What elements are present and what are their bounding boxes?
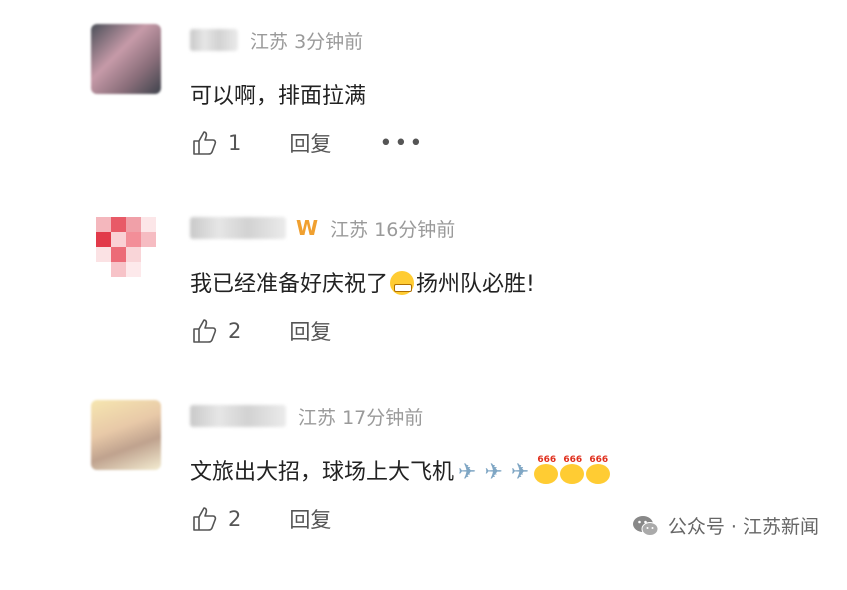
thumbs-up-icon[interactable] — [190, 316, 220, 346]
comment-item: W 江苏 16分钟前 我已经准备好庆祝了 扬州队必胜! 2 回复 — [0, 212, 847, 402]
wechat-icon — [632, 515, 659, 536]
like-count: 1 — [228, 131, 242, 155]
avatar[interactable] — [91, 24, 161, 94]
like-count: 2 — [228, 507, 242, 531]
airplane-emoji: ✈ — [458, 460, 477, 485]
avatar[interactable] — [91, 400, 161, 470]
watermark-text: 公众号 · 江苏新闻 — [667, 516, 819, 538]
reply-button[interactable]: 回复 — [289, 504, 331, 534]
vip-badge-icon: W — [296, 216, 319, 240]
comment-text: 文旅出大招，球场上大飞机 ✈ ✈ ✈ 666 666 666 — [190, 454, 611, 486]
comment-meta: 江苏 3分钟前 — [190, 26, 363, 54]
grin-emoji — [390, 271, 415, 295]
avatar[interactable] — [91, 212, 161, 282]
reply-button[interactable]: 回复 — [289, 128, 331, 158]
watermark: 公众号 · 江苏新闻 — [632, 512, 819, 539]
timestamp: 16分钟前 — [374, 218, 456, 241]
username[interactable] — [190, 29, 238, 51]
timestamp: 3分钟前 — [294, 30, 364, 53]
thumbs-up-icon[interactable] — [190, 128, 220, 158]
location: 江苏 — [330, 218, 369, 241]
emoji-666: 666 — [586, 455, 611, 484]
timestamp: 17分钟前 — [342, 406, 424, 429]
airplane-emoji: ✈ — [510, 460, 530, 485]
comment-actions: 2 回复 — [190, 314, 331, 348]
reply-button[interactable]: 回复 — [289, 316, 331, 346]
comment-text: 可以啊，排面拉满 — [190, 84, 367, 109]
airplane-emoji: ✈ — [484, 460, 503, 485]
username[interactable] — [190, 405, 286, 427]
emoji-666: 666 — [560, 455, 585, 484]
comment-item: 江苏 3分钟前 可以啊，排面拉满 1 回复 ••• — [0, 24, 847, 214]
location: 江苏 — [298, 406, 337, 429]
username[interactable] — [190, 217, 286, 239]
more-options-button[interactable]: ••• — [379, 131, 424, 156]
thumbs-up-icon[interactable] — [190, 504, 220, 534]
emoji-666: 666 — [534, 455, 559, 484]
comment-actions: 1 回复 ••• — [190, 126, 424, 160]
comment-meta: W 江苏 16分钟前 — [190, 214, 455, 242]
location: 江苏 — [250, 30, 289, 53]
comment-meta: 江苏 17分钟前 — [190, 402, 423, 430]
comment-item: 江苏 17分钟前 文旅出大招，球场上大飞机 ✈ ✈ ✈ 666 666 666 2 回复 — [0, 400, 847, 590]
comment-text: 我已经准备好庆祝了 扬州队必胜! — [190, 271, 535, 297]
like-count: 2 — [228, 319, 242, 343]
comment-actions: 2 回复 — [190, 502, 331, 536]
